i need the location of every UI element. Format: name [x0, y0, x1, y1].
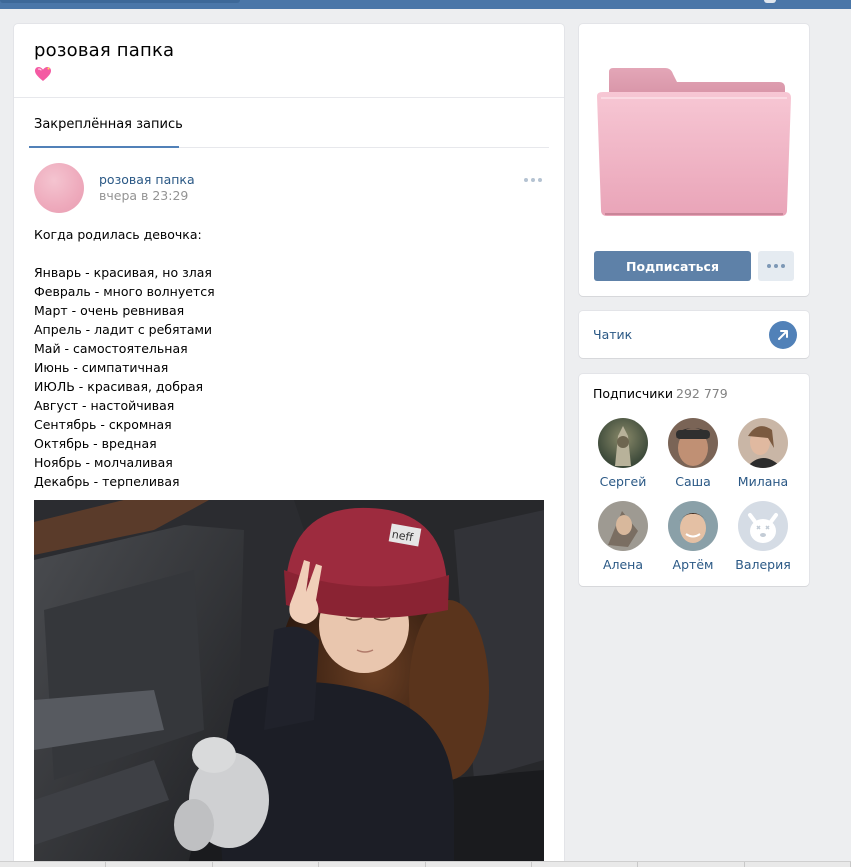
top-navigation-bar: [0, 0, 851, 9]
post-author-name[interactable]: розовая папка: [99, 172, 195, 187]
deactivated-dog-avatar-icon: [738, 501, 788, 551]
subscribe-button[interactable]: Подписаться: [594, 251, 751, 281]
post-text-line: Август - настойчивая: [34, 398, 175, 413]
member-item[interactable]: Саша: [658, 418, 728, 489]
member-avatar: [598, 418, 648, 468]
member-item[interactable]: Валерия: [728, 501, 798, 572]
post-text-line: Май - самостоятельная: [34, 341, 188, 356]
notifications-icon[interactable]: [764, 0, 776, 3]
post-text-line: Ноябрь - молчаливая: [34, 455, 173, 470]
post-text-line: Январь - красивая, но злая: [34, 265, 212, 280]
post-timestamp[interactable]: вчера в 23:29: [99, 188, 188, 203]
post-text-line: Апрель - ладит с ребятами: [34, 322, 213, 337]
members-card: Подписчики 292 779 Сергей Саша Милана Ал…: [579, 374, 809, 586]
arrow-up-right-icon[interactable]: [769, 321, 797, 349]
member-name: Артём: [672, 557, 714, 572]
member-item[interactable]: Милана: [728, 418, 798, 489]
member-item[interactable]: Сергей: [588, 418, 658, 489]
post-photo[interactable]: neff: [34, 500, 544, 867]
post-text-line: Сентябрь - скромная: [34, 417, 172, 432]
member-avatar: [598, 501, 648, 551]
member-item[interactable]: Артём: [658, 501, 728, 572]
pink-folder-icon: [597, 68, 791, 216]
post-more-icon[interactable]: [524, 174, 546, 186]
search-bar-edge[interactable]: [0, 0, 240, 3]
members-title[interactable]: Подписчики: [593, 386, 673, 401]
member-name: Саша: [675, 474, 711, 489]
post-text-line: Октябрь - вредная: [34, 436, 157, 451]
member-name: Алена: [602, 557, 644, 572]
members-count: 292 779: [676, 386, 728, 401]
post-text: Когда родилась девочка: Январь - красивая…: [34, 225, 544, 491]
active-tab-underline: [29, 146, 179, 148]
post-author-avatar[interactable]: [34, 163, 84, 213]
tab-pinned-post[interactable]: Закреплённая запись: [34, 117, 183, 132]
post-text-line: [34, 244, 544, 263]
chat-card[interactable]: Чатик: [579, 311, 809, 358]
pink-heart-icon: [35, 67, 51, 81]
post-text-line: Декабрь - терпеливая: [34, 474, 180, 489]
photo-girl-in-car: neff: [34, 500, 544, 867]
group-name: розовая папка: [34, 40, 175, 61]
bottom-taskbar: [0, 861, 851, 867]
post-text-line: Когда родилась девочка:: [34, 227, 202, 242]
group-cover-card: Подписаться: [579, 24, 809, 296]
header-divider: [14, 97, 564, 98]
post-text-line: Июнь - симпатичная: [34, 360, 169, 375]
post-text-line: ИЮЛЬ - красивая, добрая: [34, 379, 204, 394]
member-name: Милана: [737, 474, 789, 489]
member-avatar: [668, 418, 718, 468]
more-actions-icon[interactable]: [758, 251, 794, 281]
wall-card: розовая папка Закреплённая запись розова…: [14, 24, 564, 867]
member-avatar: [668, 501, 718, 551]
member-item[interactable]: Алена: [588, 501, 658, 572]
chat-link[interactable]: Чатик: [593, 327, 632, 342]
member-name: Сергей: [599, 474, 647, 489]
member-name: Валерия: [735, 557, 791, 572]
post-text-line: Март - очень ревнивая: [34, 303, 185, 318]
member-avatar: [738, 418, 788, 468]
post-text-line: Февраль - много волнуется: [34, 284, 215, 299]
